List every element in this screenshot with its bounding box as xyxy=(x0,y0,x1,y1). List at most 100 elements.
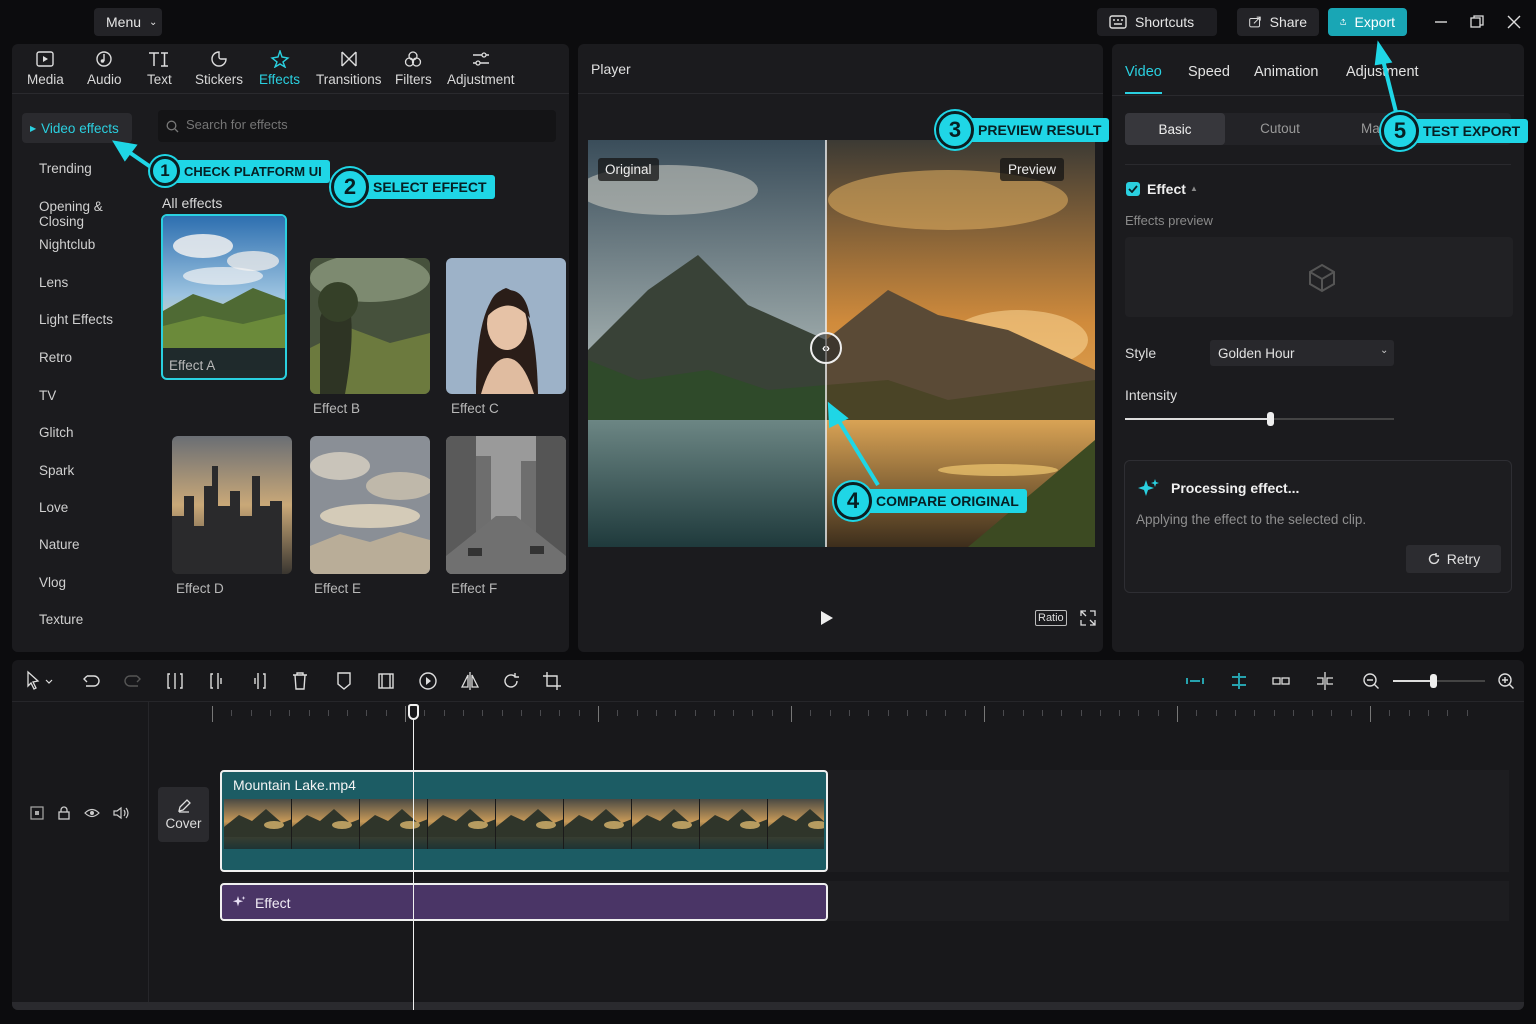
search-box[interactable] xyxy=(158,110,556,142)
tab-filters[interactable]: Filters xyxy=(395,50,432,87)
tab-effects[interactable]: Effects xyxy=(259,50,300,87)
ruler-tick xyxy=(617,710,619,716)
zoom-in-icon[interactable] xyxy=(1495,670,1517,692)
playhead-handle[interactable] xyxy=(408,704,419,720)
track-toggle-icon[interactable] xyxy=(30,806,44,820)
ruler-tick xyxy=(1022,710,1024,716)
sidebar-item[interactable]: Glitch xyxy=(39,425,74,440)
effect-card-d[interactable] xyxy=(172,436,292,574)
preview-axis-icon[interactable] xyxy=(1270,670,1292,692)
rotate-icon[interactable] xyxy=(500,670,522,692)
effect-card-e[interactable] xyxy=(310,436,430,574)
tool-tabs: Media Audio Text Stickers Effects Transi… xyxy=(12,44,569,94)
tab-adjustment[interactable]: Adjustment xyxy=(447,50,515,87)
sidebar-item[interactable]: TV xyxy=(39,388,56,403)
crop-icon[interactable] xyxy=(541,670,563,692)
trim-left-icon[interactable] xyxy=(206,670,228,692)
effect-card-c[interactable] xyxy=(446,258,566,394)
tab-adjustment[interactable]: Adjustment xyxy=(1346,64,1419,80)
lock-icon[interactable] xyxy=(58,806,70,820)
effect-card-a[interactable]: Effect A xyxy=(161,214,287,380)
zoom-slider-handle[interactable] xyxy=(1429,674,1437,688)
sidebar-item[interactable]: Nature xyxy=(39,537,80,552)
playhead[interactable] xyxy=(413,712,414,1010)
effect-clip[interactable]: Effect xyxy=(220,883,828,921)
search-input[interactable] xyxy=(186,117,546,132)
snap-icon[interactable] xyxy=(1228,670,1250,692)
menu-button[interactable]: Menu ⌄ xyxy=(94,8,162,36)
split-track-icon[interactable] xyxy=(1314,670,1336,692)
section-title: All effects xyxy=(162,195,223,211)
effect-b-thumbnail xyxy=(310,258,430,394)
sidebar-item[interactable]: Lens xyxy=(39,275,68,290)
sidebar-item[interactable]: Opening & Closing xyxy=(39,199,144,229)
sidebar-item-video-effects[interactable]: ▶ Video effects xyxy=(22,113,132,143)
tab-text[interactable]: Text xyxy=(147,50,172,87)
volume-icon[interactable] xyxy=(113,806,129,820)
select-tool-icon[interactable] xyxy=(24,670,53,692)
play-icon[interactable] xyxy=(820,610,834,626)
effect-card-f[interactable] xyxy=(446,436,566,574)
timeline-scrollbar[interactable] xyxy=(12,1002,1524,1010)
subtab-cutout[interactable]: Cutout xyxy=(1230,121,1330,136)
style-select[interactable]: Golden Hour ⌄ xyxy=(1210,340,1394,366)
trim-right-icon[interactable] xyxy=(248,670,270,692)
minimize-icon[interactable] xyxy=(1433,12,1449,32)
stickers-icon xyxy=(211,51,227,67)
effect-card-b[interactable] xyxy=(310,258,430,394)
tab-media[interactable]: Media xyxy=(27,50,64,87)
sidebar-item[interactable]: Spark xyxy=(39,463,74,478)
tab-audio[interactable]: Audio xyxy=(87,50,122,87)
restore-icon[interactable] xyxy=(1469,14,1485,30)
cover-button[interactable]: Cover xyxy=(158,787,209,842)
close-icon[interactable] xyxy=(1506,14,1522,30)
redo-icon[interactable] xyxy=(122,670,144,692)
ruler-tick xyxy=(212,706,213,722)
collapse-icon[interactable]: ▲ xyxy=(1190,184,1198,193)
intensity-slider[interactable] xyxy=(1125,412,1394,426)
sidebar-item[interactable]: Nightclub xyxy=(39,237,95,252)
sidebar-item[interactable]: Texture xyxy=(39,612,83,627)
split-icon[interactable] xyxy=(164,670,186,692)
style-value: Golden Hour xyxy=(1218,346,1295,361)
delete-icon[interactable] xyxy=(289,670,311,692)
share-button[interactable]: Share xyxy=(1237,8,1319,36)
link-clips-icon[interactable] xyxy=(1184,670,1206,692)
ruler-tick xyxy=(482,710,484,716)
share-label: Share xyxy=(1269,14,1307,30)
subtab-basic[interactable]: Basic xyxy=(1125,113,1225,145)
zoom-slider[interactable] xyxy=(1393,674,1485,688)
ratio-button[interactable]: Ratio xyxy=(1035,610,1067,626)
speed-icon[interactable] xyxy=(417,670,439,692)
sidebar-item[interactable]: Trending xyxy=(39,161,92,176)
marker-icon[interactable] xyxy=(333,670,355,692)
effect-caption: Effect F xyxy=(451,581,498,596)
compare-slider-handle[interactable]: ‹› xyxy=(810,332,842,364)
video-clip[interactable]: Mountain Lake.mp4 xyxy=(220,770,828,872)
mirror-icon[interactable] xyxy=(459,670,481,692)
zoom-out-icon[interactable] xyxy=(1360,670,1382,692)
ruler-tick xyxy=(366,710,368,716)
media-icon xyxy=(36,51,55,67)
sidebar-item[interactable]: Light Effects xyxy=(39,312,113,327)
fullscreen-icon[interactable] xyxy=(1080,610,1096,626)
freeze-icon[interactable] xyxy=(375,670,397,692)
shortcuts-button[interactable]: Shortcuts xyxy=(1097,8,1217,36)
tab-transitions[interactable]: Transitions xyxy=(316,50,382,87)
eye-icon[interactable] xyxy=(84,808,100,818)
tab-animation[interactable]: Animation xyxy=(1254,64,1318,80)
undo-icon[interactable] xyxy=(80,670,102,692)
intensity-slider-handle[interactable] xyxy=(1267,412,1275,426)
tab-video[interactable]: Video xyxy=(1125,64,1162,80)
time-ruler[interactable] xyxy=(150,702,1524,726)
tab-speed[interactable]: Speed xyxy=(1188,64,1230,80)
ruler-tick xyxy=(810,710,812,716)
sidebar-item[interactable]: Vlog xyxy=(39,575,66,590)
retry-button[interactable]: Retry xyxy=(1406,545,1501,573)
sidebar-item[interactable]: Love xyxy=(39,500,68,515)
ruler-tick xyxy=(1196,710,1198,716)
effect-checkbox[interactable] xyxy=(1126,182,1140,196)
tab-stickers[interactable]: Stickers xyxy=(195,50,243,87)
export-button[interactable]: Export xyxy=(1328,8,1407,36)
sidebar-item[interactable]: Retro xyxy=(39,350,72,365)
